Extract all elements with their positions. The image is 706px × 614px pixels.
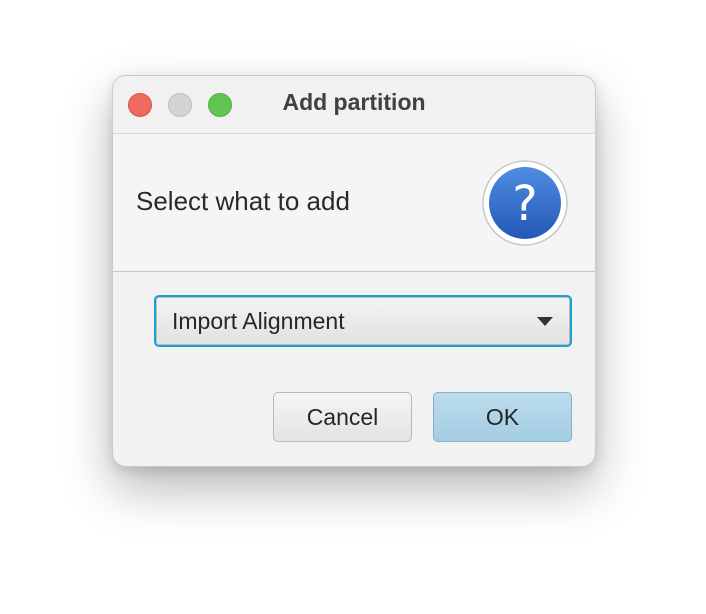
cancel-button[interactable]: Cancel [273,392,412,442]
question-mark-glyph: ? [512,176,537,232]
title-bar[interactable]: Add partition [113,76,595,134]
header-text: Select what to add [136,186,350,216]
dialog-content: Import Alignment Cancel OK [113,272,595,466]
add-partition-dialog: Add partition Select what to add ? Impor… [112,75,596,467]
window-title-text: Add partition [282,89,426,115]
window-title: Add partition [113,89,595,116]
ok-button[interactable]: OK [433,392,572,442]
combobox-selected-value: Import Alignment [172,308,345,334]
partition-type-combobox[interactable]: Import Alignment [154,295,572,347]
question-mark-icon: ? [482,160,568,246]
dialog-header: Select what to add ? [113,134,595,272]
chevron-down-icon[interactable] [537,317,553,326]
